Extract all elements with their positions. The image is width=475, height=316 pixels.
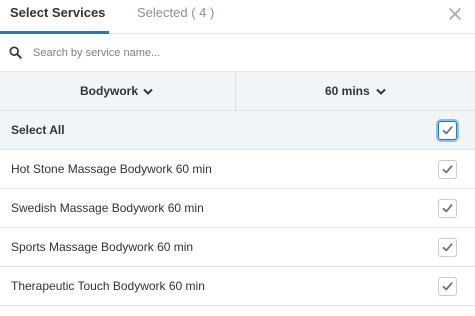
search-icon bbox=[9, 46, 22, 59]
service-checkbox[interactable] bbox=[438, 277, 457, 296]
search-bar bbox=[0, 34, 475, 72]
service-checkbox[interactable] bbox=[438, 238, 457, 257]
close-icon[interactable] bbox=[448, 7, 462, 21]
chevron-down-icon bbox=[375, 86, 387, 96]
tab-select-services[interactable]: Select Services bbox=[0, 0, 109, 34]
select-all-row[interactable]: Select All bbox=[0, 111, 475, 150]
service-label: Therapeutic Touch Bodywork 60 min bbox=[11, 279, 205, 293]
service-row[interactable]: Therapeutic Touch Bodywork 60 min bbox=[0, 267, 475, 306]
select-all-label: Select All bbox=[11, 123, 65, 137]
service-label: Hot Stone Massage Bodywork 60 min bbox=[11, 162, 212, 176]
service-checkbox[interactable] bbox=[438, 199, 457, 218]
search-input[interactable] bbox=[33, 44, 453, 62]
tab-bar: Select Services Selected ( 4 ) bbox=[0, 0, 475, 34]
filter-bar: Bodywork 60 mins bbox=[0, 72, 475, 111]
check-icon bbox=[442, 243, 453, 252]
service-list: Select All Hot Stone Massage Bodywork 60… bbox=[0, 111, 475, 306]
service-label: Sports Massage Bodywork 60 min bbox=[11, 240, 194, 254]
duration-dropdown[interactable]: 60 mins bbox=[237, 72, 475, 110]
check-icon bbox=[442, 126, 453, 135]
select-all-checkbox[interactable] bbox=[438, 121, 457, 140]
category-dropdown-label: Bodywork bbox=[80, 84, 139, 98]
service-row[interactable]: Swedish Massage Bodywork 60 min bbox=[0, 189, 475, 228]
service-label: Swedish Massage Bodywork 60 min bbox=[11, 201, 204, 215]
check-icon bbox=[442, 165, 453, 174]
duration-dropdown-label: 60 mins bbox=[325, 84, 370, 98]
check-icon bbox=[442, 282, 453, 291]
service-checkbox[interactable] bbox=[438, 160, 457, 179]
check-icon bbox=[442, 204, 453, 213]
tab-selected[interactable]: Selected ( 4 ) bbox=[137, 0, 214, 34]
service-row[interactable]: Hot Stone Massage Bodywork 60 min bbox=[0, 150, 475, 189]
category-dropdown[interactable]: Bodywork bbox=[0, 72, 236, 110]
service-row[interactable]: Sports Massage Bodywork 60 min bbox=[0, 228, 475, 267]
chevron-down-icon bbox=[142, 86, 154, 96]
